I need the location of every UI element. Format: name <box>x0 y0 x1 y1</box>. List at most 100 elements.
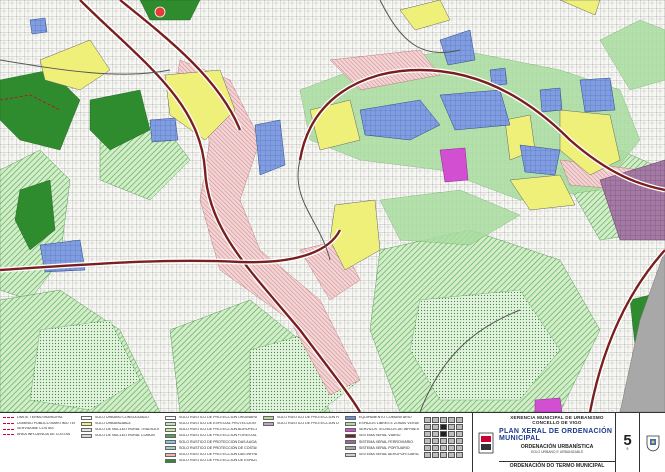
sheet-index-cell[interactable] <box>440 452 447 458</box>
sheet-index-cell[interactable] <box>440 424 447 430</box>
municipality-name: CONCELLO DE VIGO <box>532 419 582 425</box>
urbanism-logo-icon <box>478 432 494 453</box>
legend-label: SOLO RUSTICO DE PROTECCION DO PATRIMONIO… <box>277 422 339 426</box>
legend-item: SOLO RUSTICO DE PROTECCION PAISAXISTICA <box>263 416 339 420</box>
sheet-index-cell[interactable] <box>424 417 431 423</box>
sheet-index-cell[interactable] <box>424 445 431 451</box>
legend-label: SOLO RUSTICO DE PROTECCION DAS INFRAESTR… <box>179 452 257 456</box>
sheet-index-cell[interactable] <box>448 424 455 430</box>
map-area[interactable] <box>0 0 665 412</box>
sheet-index-cell[interactable] <box>432 417 439 423</box>
sheet-index-cell[interactable] <box>456 452 463 458</box>
section-subtitle: SOLO URBANO E URBANIZABLE <box>530 450 584 455</box>
point-marker <box>154 6 166 18</box>
technical-services-zone <box>534 397 563 412</box>
legend-column-limits: LIMITE TERMO MUNICIPAL DOMINIO PUBLICO MA… <box>0 413 78 472</box>
title-texts: XERENCIA MUNICIPAL DE URBANISMO CONCELLO… <box>499 413 615 472</box>
legend-item: SOLO RUSTICO DE PROTECCION DAS AUGAS <box>165 440 257 445</box>
legend-swatch <box>345 446 356 451</box>
sheet-index-cell[interactable] <box>440 417 447 423</box>
sheet-index-cell[interactable] <box>448 417 455 423</box>
legend-swatch <box>165 422 176 427</box>
sheet-title: ORDENACIÓN DO TERMO MUNICIPAL <box>499 460 615 469</box>
zoning-map[interactable] <box>0 0 665 412</box>
legend-label: SOLO DE NUCLEO RURAL TRADICIONAL <box>95 428 159 432</box>
legend-item: SOLO URBANIZABLE <box>81 422 159 427</box>
legend-label: SISTEMA XERAL FERROVIARIO <box>359 440 413 444</box>
legend-swatch <box>165 440 176 445</box>
sheet-index-cell[interactable] <box>432 438 439 444</box>
community-equipment-zone <box>29 17 48 35</box>
legend-item: SOLO RUSTICO DE PROTECCION AGROPECUARIA <box>165 428 257 433</box>
legend-label: EQUIPAMENTO COMUNITARIO <box>359 416 412 420</box>
sheet-index-cell[interactable] <box>448 445 455 451</box>
sheet-index-cell[interactable] <box>440 431 447 437</box>
sheet-number: 5 <box>623 432 632 450</box>
sheet-index-cell[interactable] <box>456 424 463 430</box>
legend-swatch <box>345 434 356 439</box>
legend-item: SOLO URBANO CONSOLIDADO <box>81 416 159 420</box>
legend-label: SOLO RUSTICO DE PROTECCION DE COSTAS <box>179 446 257 450</box>
legend-label: SOLO URBANIZABLE <box>95 422 131 426</box>
legend-item: SISTEMA XERAL FERROVIARIO <box>345 440 419 445</box>
legend-column-protection: SOLO RUSTICO DE PROTECCION PAISAXISTICA S… <box>260 413 342 472</box>
sheet-index-cell[interactable] <box>448 438 455 444</box>
legend-item: SOLO RUSTICO DE PROTECCION ORDINARIA <box>165 416 257 420</box>
legend-swatch <box>165 428 176 433</box>
legend-swatch <box>81 428 92 433</box>
legend-swatch <box>165 434 176 439</box>
community-equipment-zone <box>579 77 616 113</box>
legend-swatch <box>81 434 92 439</box>
sheet-index-cell[interactable] <box>448 452 455 458</box>
legend-label: ESPAZOS LIBRES E ZONAS VERDES <box>359 422 419 426</box>
legend-swatch <box>165 446 176 451</box>
legend-strip: LIMITE TERMO MUNICIPAL DOMINIO PUBLICO MA… <box>0 412 665 472</box>
legend-swatch <box>263 422 274 427</box>
sheet-subnumber: 9 <box>626 447 629 452</box>
sheet-index-cell[interactable] <box>424 452 431 458</box>
legend-item: SERVIZOS TECNICOS DE INFRAESTRUCTURAS <box>345 428 419 433</box>
legend-label: SOLO RUSTICO DE PROTECCION DE ESPAZOS NA… <box>179 458 257 462</box>
natural-space-zone <box>139 0 201 21</box>
plan-title: PLAN XERAL DE ORDENACIÓN MUNICIPAL <box>499 428 613 443</box>
legend-swatch <box>345 422 356 427</box>
legend-item: SISTEMA XERAL AEROPORTUARIO <box>345 452 419 457</box>
sheet-index-cell[interactable] <box>424 431 431 437</box>
community-equipment-zone <box>149 117 179 143</box>
legend-swatch <box>81 416 92 420</box>
legend-label: SOLO URBANO CONSOLIDADO <box>95 416 149 420</box>
sheet-index-cell[interactable] <box>456 431 463 437</box>
title-block: XERENCIA MUNICIPAL DE URBANISMO CONCELLO… <box>472 413 665 472</box>
legend-item: SOLO DE NUCLEO RURAL COMUN <box>81 434 159 439</box>
sheet-index-grid[interactable] <box>422 413 472 472</box>
legend-label: LIMITE TERMO MUNICIPAL <box>17 416 63 419</box>
legend-swatch <box>165 458 176 463</box>
legend-label: SERVIZOS TECNICOS DE INFRAESTRUCTURAS <box>359 428 419 432</box>
legend-swatch <box>81 422 92 427</box>
sheet-index-cell[interactable] <box>440 438 447 444</box>
legend-swatch <box>345 416 356 420</box>
legend-swatch <box>263 416 274 420</box>
sheet-index-cell[interactable] <box>432 424 439 430</box>
legend-item: SERVIDUME COSTAS <box>3 427 75 431</box>
legend-label: SISTEMA XERAL PORTUARIO <box>359 446 410 450</box>
legend-swatch <box>3 428 14 430</box>
legend-item: EQUIPAMENTO COMUNITARIO <box>345 416 419 420</box>
sheet-index-cell[interactable] <box>456 417 463 423</box>
community-equipment-zone <box>519 144 561 176</box>
legend-swatch <box>165 452 176 457</box>
legend-item: SOLO RUSTICO DE PROTECCION DAS INFRAESTR… <box>165 452 257 457</box>
sheet-index-cell[interactable] <box>432 445 439 451</box>
sheet-index-cell[interactable] <box>440 445 447 451</box>
legend-item: SISTEMA XERAL VIARIO <box>345 434 419 439</box>
sheet-index-cell[interactable] <box>448 431 455 437</box>
sheet-index-cell[interactable] <box>424 424 431 430</box>
sheet-index-cell[interactable] <box>432 452 439 458</box>
legend-label: SOLO RUSTICO DE PROTECCION AGROPECUARIA <box>179 428 257 432</box>
legend-swatch <box>165 416 176 420</box>
sheet-index-cell[interactable] <box>456 445 463 451</box>
sheet-index-cell[interactable] <box>456 438 463 444</box>
legend-label: SISTEMA XERAL VIARIO <box>359 434 401 438</box>
sheet-index-cell[interactable] <box>432 431 439 437</box>
sheet-index-cell[interactable] <box>424 438 431 444</box>
